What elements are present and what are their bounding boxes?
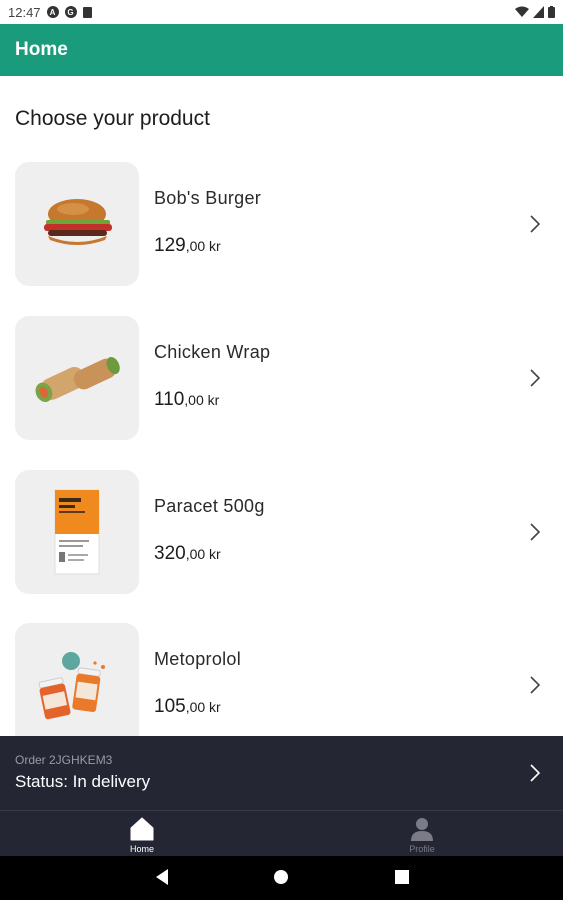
- home-icon: [130, 817, 154, 841]
- chevron-right-icon[interactable]: [529, 522, 541, 542]
- product-name: Paracet 500g: [154, 496, 265, 516]
- chevron-right-icon[interactable]: [529, 675, 541, 695]
- app-bar: Home: [0, 24, 563, 76]
- order-status: Status: In delivery: [15, 772, 151, 791]
- nav-tab-home-label: Home: [129, 844, 154, 854]
- order-status-banner[interactable]: Order 2JGHKEM3 Status: In delivery: [0, 736, 563, 810]
- product-name: Chicken Wrap: [154, 342, 271, 362]
- product-price-decimal: ,00 kr: [185, 699, 221, 715]
- product-price: 105,00 kr: [154, 696, 221, 718]
- status-time: 12:47: [8, 4, 41, 20]
- home-circle-icon[interactable]: [273, 868, 289, 886]
- page-title: Home: [15, 39, 68, 60]
- product-price-whole: 129: [154, 235, 186, 256]
- notification-g-icon: G: [64, 6, 77, 18]
- chevron-right-icon[interactable]: [529, 368, 541, 388]
- product-price-decimal: ,00 kr: [185, 546, 221, 562]
- product-price: 129,00 kr: [154, 235, 221, 257]
- nav-tab-profile-label: Profile: [409, 844, 435, 854]
- notification-file-icon: [82, 6, 92, 18]
- nav-tab-profile[interactable]: Profile: [352, 811, 492, 857]
- status-bar: 12:47 A G: [0, 0, 563, 24]
- back-icon[interactable]: [154, 868, 170, 886]
- bottom-navigation: Home Profile: [0, 810, 563, 856]
- product-image-metoprolol: [15, 623, 139, 736]
- product-item-paracet[interactable]: Paracet 500g 320,00 kr: [0, 470, 563, 594]
- product-price-whole: 320: [154, 543, 186, 564]
- nav-tab-home[interactable]: Home: [72, 811, 212, 857]
- product-item-bobs-burger[interactable]: Bob's Burger 129,00 kr: [0, 162, 563, 286]
- signal-icon: [533, 6, 544, 18]
- product-price-decimal: ,00 kr: [185, 238, 221, 254]
- chevron-right-icon[interactable]: [529, 214, 541, 234]
- product-item-metoprolol[interactable]: Metoprolol 105,00 kr: [0, 623, 563, 736]
- profile-icon: [411, 818, 433, 841]
- product-image-burger: [15, 162, 139, 286]
- system-navigation-bar: [0, 856, 563, 900]
- chevron-right-icon[interactable]: [529, 763, 541, 783]
- product-item-chicken-wrap[interactable]: Chicken Wrap 110,00 kr: [0, 316, 563, 440]
- product-price-decimal: ,00 kr: [184, 392, 220, 408]
- product-image-paracet: [15, 470, 139, 594]
- recents-icon[interactable]: [394, 868, 410, 886]
- product-price: 320,00 kr: [154, 543, 221, 565]
- product-name: Metoprolol: [154, 649, 242, 669]
- product-price-whole: 110: [154, 389, 185, 410]
- order-id: Order 2JGHKEM3: [15, 753, 113, 767]
- product-price: 110,00 kr: [154, 389, 219, 411]
- wifi-icon: [515, 6, 529, 17]
- product-price-whole: 105: [154, 696, 186, 717]
- product-image-wrap: [15, 316, 139, 440]
- product-name: Bob's Burger: [154, 188, 262, 208]
- section-title: Choose your product: [15, 107, 210, 130]
- product-list-container[interactable]: Choose your product Bob's Burger 129,00 …: [0, 76, 563, 736]
- battery-icon: [548, 6, 555, 18]
- notification-a-icon: A: [46, 6, 59, 18]
